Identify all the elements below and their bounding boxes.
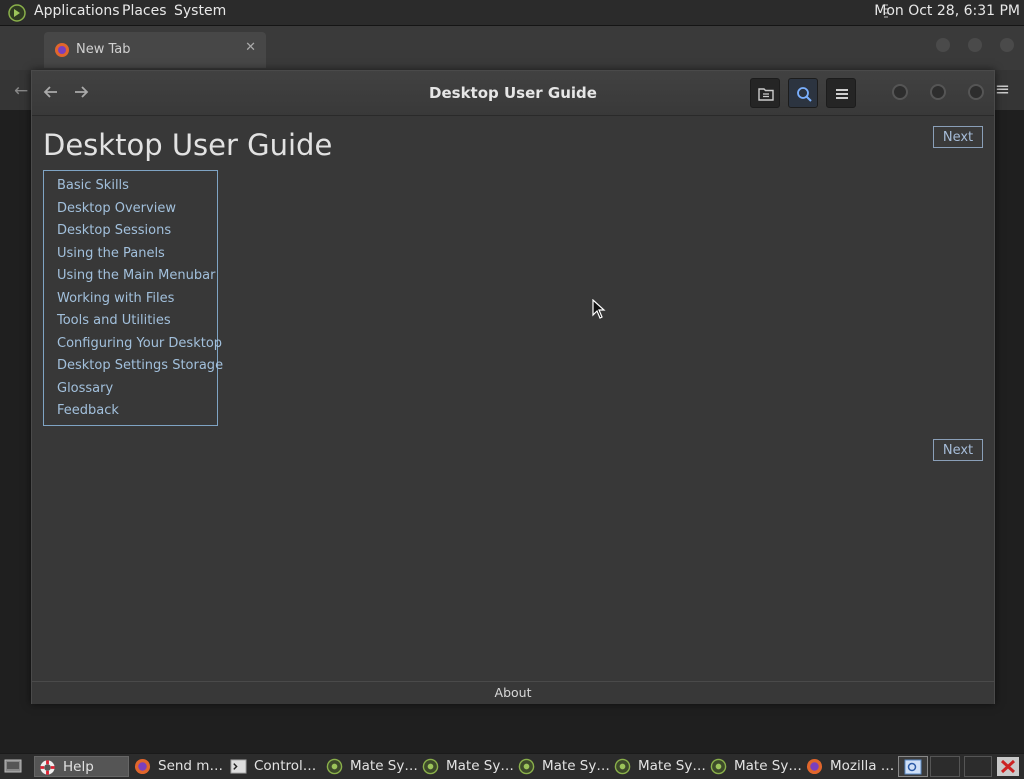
search-window-icon <box>904 759 922 775</box>
search-icon <box>797 87 812 102</box>
page-title: Desktop User Guide <box>43 128 333 162</box>
task-label: Help <box>63 759 94 775</box>
workspace-3[interactable] <box>964 756 992 777</box>
toc-using-the-main-menubar[interactable]: Using the Main Menubar <box>57 265 217 288</box>
toc-desktop-sessions[interactable]: Desktop Sessions <box>57 220 217 243</box>
task-mozilla[interactable]: Mozilla … <box>802 756 897 777</box>
toc-tools-and-utilities[interactable]: Tools and Utilities <box>57 310 217 333</box>
trash-applet-icon[interactable] <box>996 756 1020 777</box>
browser-tab[interactable]: New Tab ✕ <box>44 32 266 68</box>
menu-button[interactable] <box>826 78 856 108</box>
show-desktop-icon[interactable] <box>4 758 22 774</box>
toc-feedback[interactable]: Feedback <box>57 400 217 423</box>
terminal-icon <box>230 759 247 774</box>
mate-logo-icon[interactable] <box>8 4 26 22</box>
help-content: Desktop User Guide Next Basic Skills Des… <box>32 116 994 681</box>
workspace-2[interactable] <box>930 756 960 777</box>
task-label: Send m… <box>158 758 223 774</box>
window-close-icon[interactable] <box>1000 38 1014 52</box>
task-send-mail[interactable]: Send m… <box>130 756 225 777</box>
mate-logo-icon <box>614 758 631 775</box>
maximize-icon[interactable] <box>930 84 946 100</box>
minimize-icon[interactable] <box>892 84 908 100</box>
browser-menu-icon[interactable]: ≡ <box>995 79 1010 100</box>
top-panel: Applications Places System Mon Oct 28, 6… <box>0 0 1024 26</box>
help-lifebuoy-icon <box>40 760 55 775</box>
task-mate-system-4[interactable]: Mate Sy… <box>610 756 705 777</box>
workspace-switcher-active[interactable] <box>898 756 928 777</box>
tab-title: New Tab <box>76 42 131 57</box>
window-minimize-icon[interactable] <box>936 38 950 52</box>
task-mate-system-5[interactable]: Mate Sy… <box>706 756 801 777</box>
toc-working-with-files[interactable]: Working with Files <box>57 288 217 311</box>
task-help[interactable]: Help <box>34 756 129 777</box>
toc-desktop-overview[interactable]: Desktop Overview <box>57 198 217 221</box>
task-label: Mozilla … <box>830 758 895 774</box>
mate-logo-icon <box>422 758 439 775</box>
firefox-icon <box>134 758 151 775</box>
applications-menu[interactable]: Applications <box>34 3 120 19</box>
task-label: Mate Sy… <box>542 758 609 774</box>
bottom-taskbar: Help Send m… Control… Mate Sy… Mate Sy… … <box>0 753 1024 779</box>
toc-desktop-settings-storage[interactable]: Desktop Settings Storage <box>57 355 223 378</box>
mate-logo-icon <box>518 758 535 775</box>
clock[interactable]: Mon Oct 28, 6:31 PM <box>874 3 1020 19</box>
task-label: Control… <box>254 758 317 774</box>
help-window: Desktop User Guide Desktop User Guide Ne… <box>31 70 995 704</box>
close-icon[interactable] <box>968 84 984 100</box>
window-maximize-icon[interactable] <box>968 38 982 52</box>
close-tab-icon[interactable]: ✕ <box>245 40 256 55</box>
toc-glossary[interactable]: Glossary <box>57 378 217 401</box>
toc-configuring-your-desktop[interactable]: Configuring Your Desktop <box>57 333 222 356</box>
next-button-top[interactable]: Next <box>933 126 983 148</box>
mouse-pointer-icon <box>592 299 606 319</box>
next-button-bottom[interactable]: Next <box>933 439 983 461</box>
firefox-icon <box>806 758 823 775</box>
search-button[interactable] <box>788 78 818 108</box>
toc-basic-skills[interactable]: Basic Skills <box>57 175 217 198</box>
firefox-icon <box>55 43 69 57</box>
task-mate-system-2[interactable]: Mate Sy… <box>418 756 513 777</box>
task-label: Mate Sy… <box>734 758 801 774</box>
folder-icon <box>758 88 774 101</box>
browser-back-icon[interactable]: ← <box>14 81 28 101</box>
about-link[interactable]: About <box>32 681 994 704</box>
table-of-contents: Basic Skills Desktop Overview Desktop Se… <box>43 170 223 426</box>
toc-using-the-panels[interactable]: Using the Panels <box>57 243 217 266</box>
mate-logo-icon <box>326 758 343 775</box>
bookmarks-button[interactable] <box>750 78 780 108</box>
help-header-bar: Desktop User Guide <box>32 71 994 116</box>
system-menu[interactable]: System <box>174 3 226 19</box>
browser-tab-bar: New Tab ✕ <box>0 26 1024 70</box>
mate-logo-icon <box>710 758 727 775</box>
task-mate-system-3[interactable]: Mate Sy… <box>514 756 609 777</box>
places-menu[interactable]: Places <box>122 3 167 19</box>
task-control[interactable]: Control… <box>226 756 321 777</box>
task-mate-system-1[interactable]: Mate Sy… <box>322 756 417 777</box>
task-label: Mate Sy… <box>446 758 513 774</box>
hamburger-icon <box>836 89 848 99</box>
task-label: Mate Sy… <box>638 758 705 774</box>
task-label: Mate Sy… <box>350 758 417 774</box>
